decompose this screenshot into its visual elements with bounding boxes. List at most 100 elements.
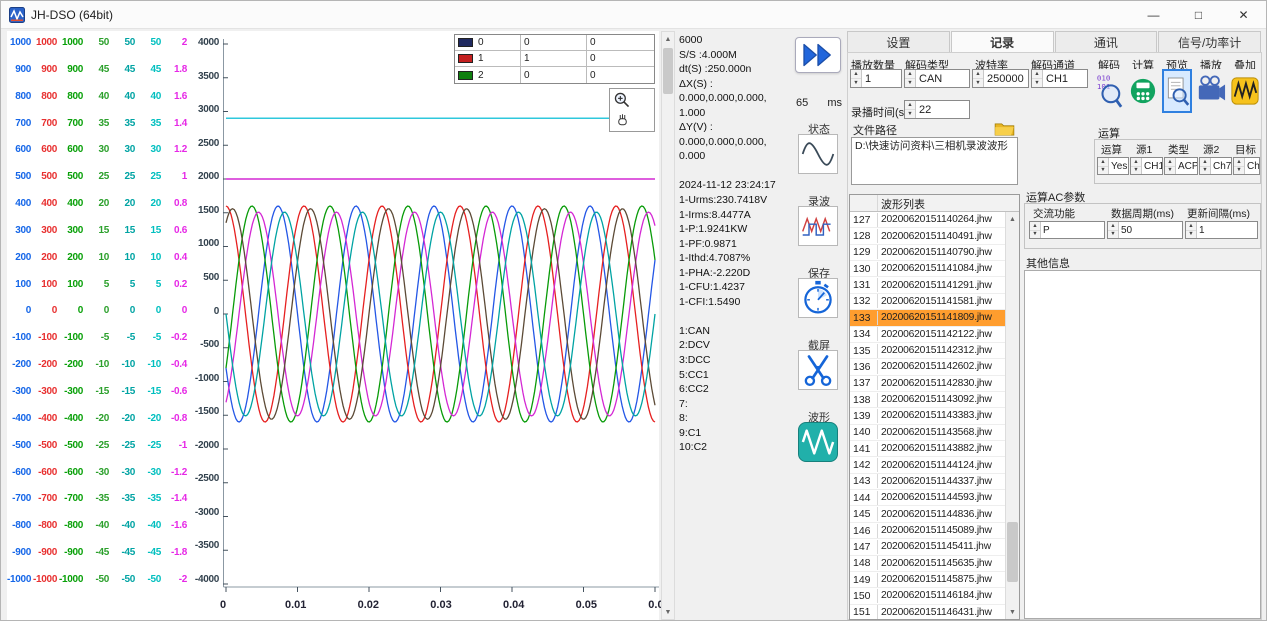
spinner-arrows-icon[interactable]: ▲▼ <box>1108 222 1119 238</box>
y-axis-tick-label: 900 <box>59 64 85 75</box>
list-item[interactable]: 13320200620151141809.jhw <box>850 310 1006 326</box>
save-stopwatch-button[interactable] <box>798 278 838 318</box>
spinner-arrows-icon[interactable]: ▲▼ <box>905 101 916 118</box>
y-axis-tick-label: 0.8 <box>163 198 189 209</box>
legend-row-1[interactable]: 110 <box>455 51 654 67</box>
spinner-arrows-icon[interactable]: ▲▼ <box>851 70 862 87</box>
list-item[interactable]: 13720200620151142830.jhw <box>850 376 1006 392</box>
play-fast-forward-button[interactable] <box>795 37 841 73</box>
op-enable-spinner[interactable]: ▲▼Yes <box>1097 157 1129 175</box>
baud-rate-spinner[interactable]: ▲▼ 250000 <box>972 69 1029 88</box>
spinner-arrows-icon[interactable]: ▲▼ <box>1186 222 1197 238</box>
y-axis-tick-label: -0.6 <box>163 386 189 397</box>
spinner-arrows-icon[interactable]: ▲▼ <box>1030 222 1041 238</box>
spinner-arrows-icon[interactable]: ▲▼ <box>1131 158 1142 174</box>
y-axis-tick-label: 25 <box>111 171 137 182</box>
list-item[interactable]: 15020200620151146184.jhw <box>850 588 1006 604</box>
calculator-icon-button[interactable] <box>1128 69 1158 113</box>
ac-period-spinner[interactable]: ▲▼50 <box>1107 221 1183 239</box>
scroll-down-icon[interactable]: ▼ <box>1006 605 1019 619</box>
scrollbar-thumb[interactable] <box>663 48 673 94</box>
ac-function-spinner[interactable]: ▲▼P <box>1029 221 1105 239</box>
scroll-down-icon[interactable]: ▼ <box>662 605 674 619</box>
list-item[interactable]: 14620200620151145089.jhw <box>850 523 1006 539</box>
spinner-arrows-icon[interactable]: ▲▼ <box>1165 158 1176 174</box>
spinner-arrows-icon[interactable]: ▲▼ <box>973 70 984 87</box>
list-item[interactable]: 13620200620151142602.jhw <box>850 359 1006 375</box>
y-axis-tick-label: 0 <box>7 305 33 316</box>
preview-icon-button[interactable] <box>1162 69 1192 113</box>
tab-3[interactable]: 信号/功率计 <box>1158 31 1261 52</box>
plot-area[interactable]: 00.010.020.030.040.050.06 000110200 <box>223 31 659 620</box>
op-header-3: 源2 <box>1203 142 1219 157</box>
overlay-icon-button[interactable] <box>1230 69 1260 113</box>
spinner-arrows-icon[interactable]: ▲▼ <box>905 70 916 87</box>
list-item[interactable]: 12720200620151140264.jhw <box>850 212 1006 228</box>
list-item[interactable]: 14720200620151145411.jhw <box>850 539 1006 555</box>
y-axis-tick-label: 30 <box>137 144 163 155</box>
zoom-in-icon[interactable] <box>612 91 632 110</box>
decode-channel-spinner[interactable]: ▲▼ CH1 <box>1031 69 1088 88</box>
playback-count-spinner[interactable]: ▲▼ 1 <box>850 69 902 88</box>
folder-open-button[interactable] <box>992 120 1016 136</box>
op-source2-spinner[interactable]: ▲▼Ch7 <box>1199 157 1232 175</box>
scrollbar-thumb[interactable] <box>1007 522 1018 582</box>
waveform-tile-button[interactable] <box>798 422 838 462</box>
pan-hand-icon[interactable] <box>612 111 632 130</box>
play-icon-button[interactable] <box>1196 69 1226 113</box>
spinner-arrows-icon[interactable]: ▲▼ <box>1234 158 1245 174</box>
list-item[interactable]: 14120200620151143882.jhw <box>850 441 1006 457</box>
tab-0[interactable]: 设置 <box>847 31 950 52</box>
record-wave-icon-button[interactable] <box>798 206 838 246</box>
list-item[interactable]: 13220200620151141581.jhw <box>850 294 1006 310</box>
list-item[interactable]: 14320200620151144337.jhw <box>850 474 1006 490</box>
list-item[interactable]: 13020200620151141084.jhw <box>850 261 1006 277</box>
list-item[interactable]: 13820200620151143092.jhw <box>850 392 1006 408</box>
list-item[interactable]: 13420200620151142122.jhw <box>850 327 1006 343</box>
decode-icon-button[interactable]: 010101 <box>1094 69 1124 113</box>
list-item[interactable]: 14820200620151145635.jhw <box>850 556 1006 572</box>
y-axis-tick-label: -0.2 <box>163 332 189 343</box>
screenshot-scissors-button[interactable] <box>798 350 838 390</box>
list-item[interactable]: 13920200620151143383.jhw <box>850 408 1006 424</box>
record-time-spinner[interactable]: ▲▼ 22 <box>904 100 970 119</box>
op-source1-spinner[interactable]: ▲▼CH1 <box>1130 157 1163 175</box>
spinner-arrows-icon[interactable]: ▲▼ <box>1098 158 1109 174</box>
scroll-up-icon[interactable]: ▲ <box>1006 212 1019 226</box>
list-item[interactable]: 14020200620151143568.jhw <box>850 425 1006 441</box>
scroll-up-icon[interactable]: ▲ <box>662 32 674 46</box>
spinner-arrows-icon[interactable]: ▲▼ <box>1200 158 1211 174</box>
tab-2[interactable]: 通讯 <box>1055 31 1158 52</box>
op-type-spinner[interactable]: ▲▼ACP <box>1164 157 1198 175</box>
status-icon-button[interactable] <box>798 134 838 174</box>
list-item[interactable]: 12920200620151140790.jhw <box>850 245 1006 261</box>
maximize-button[interactable]: □ <box>1176 1 1221 29</box>
close-button[interactable]: ✕ <box>1221 1 1266 29</box>
file-path-group: 文件路径 D:\快速访问资料\三相机录波波形 <box>849 120 1020 187</box>
ac-interval-spinner[interactable]: ▲▼1 <box>1185 221 1258 239</box>
list-item-index: 146 <box>850 524 878 538</box>
y-axis-tick-label: 15 <box>111 225 137 236</box>
file-path-value[interactable]: D:\快速访问资料\三相机录波波形 <box>851 137 1018 185</box>
list-item[interactable]: 15120200620151146431.jhw <box>850 605 1006 619</box>
list-item[interactable]: 14920200620151145875.jhw <box>850 572 1006 588</box>
list-item-index: 143 <box>850 474 878 488</box>
op-target-spinner[interactable]: ▲▼ChC1 <box>1233 157 1260 175</box>
list-item[interactable]: 13120200620151141291.jhw <box>850 277 1006 293</box>
y-axis-column-6: 21.81.61.41.210.80.60.40.20-0.2-0.4-0.6-… <box>163 37 189 585</box>
list-item[interactable]: 13520200620151142312.jhw <box>850 343 1006 359</box>
spinner-arrows-icon[interactable]: ▲▼ <box>1032 70 1043 87</box>
legend-row-2[interactable]: 200 <box>455 67 654 83</box>
list-item[interactable]: 12820200620151140491.jhw <box>850 228 1006 244</box>
list-scrollbar[interactable]: ▲ ▼ <box>1005 212 1019 619</box>
plot-scrollbar[interactable]: ▲ ▼ <box>661 31 675 620</box>
decode-type-spinner[interactable]: ▲▼ CAN <box>904 69 970 88</box>
tab-1[interactable]: 记录 <box>951 31 1054 52</box>
list-item[interactable]: 14520200620151144836.jhw <box>850 506 1006 522</box>
list-item[interactable]: 14220200620151144124.jhw <box>850 457 1006 473</box>
minimize-button[interactable]: — <box>1131 1 1176 29</box>
list-item[interactable]: 14420200620151144593.jhw <box>850 490 1006 506</box>
y-axis-tick-label: -600 <box>33 467 59 478</box>
y-axis-tick-label: 1000 <box>7 37 33 48</box>
legend-row-0[interactable]: 000 <box>455 35 654 51</box>
